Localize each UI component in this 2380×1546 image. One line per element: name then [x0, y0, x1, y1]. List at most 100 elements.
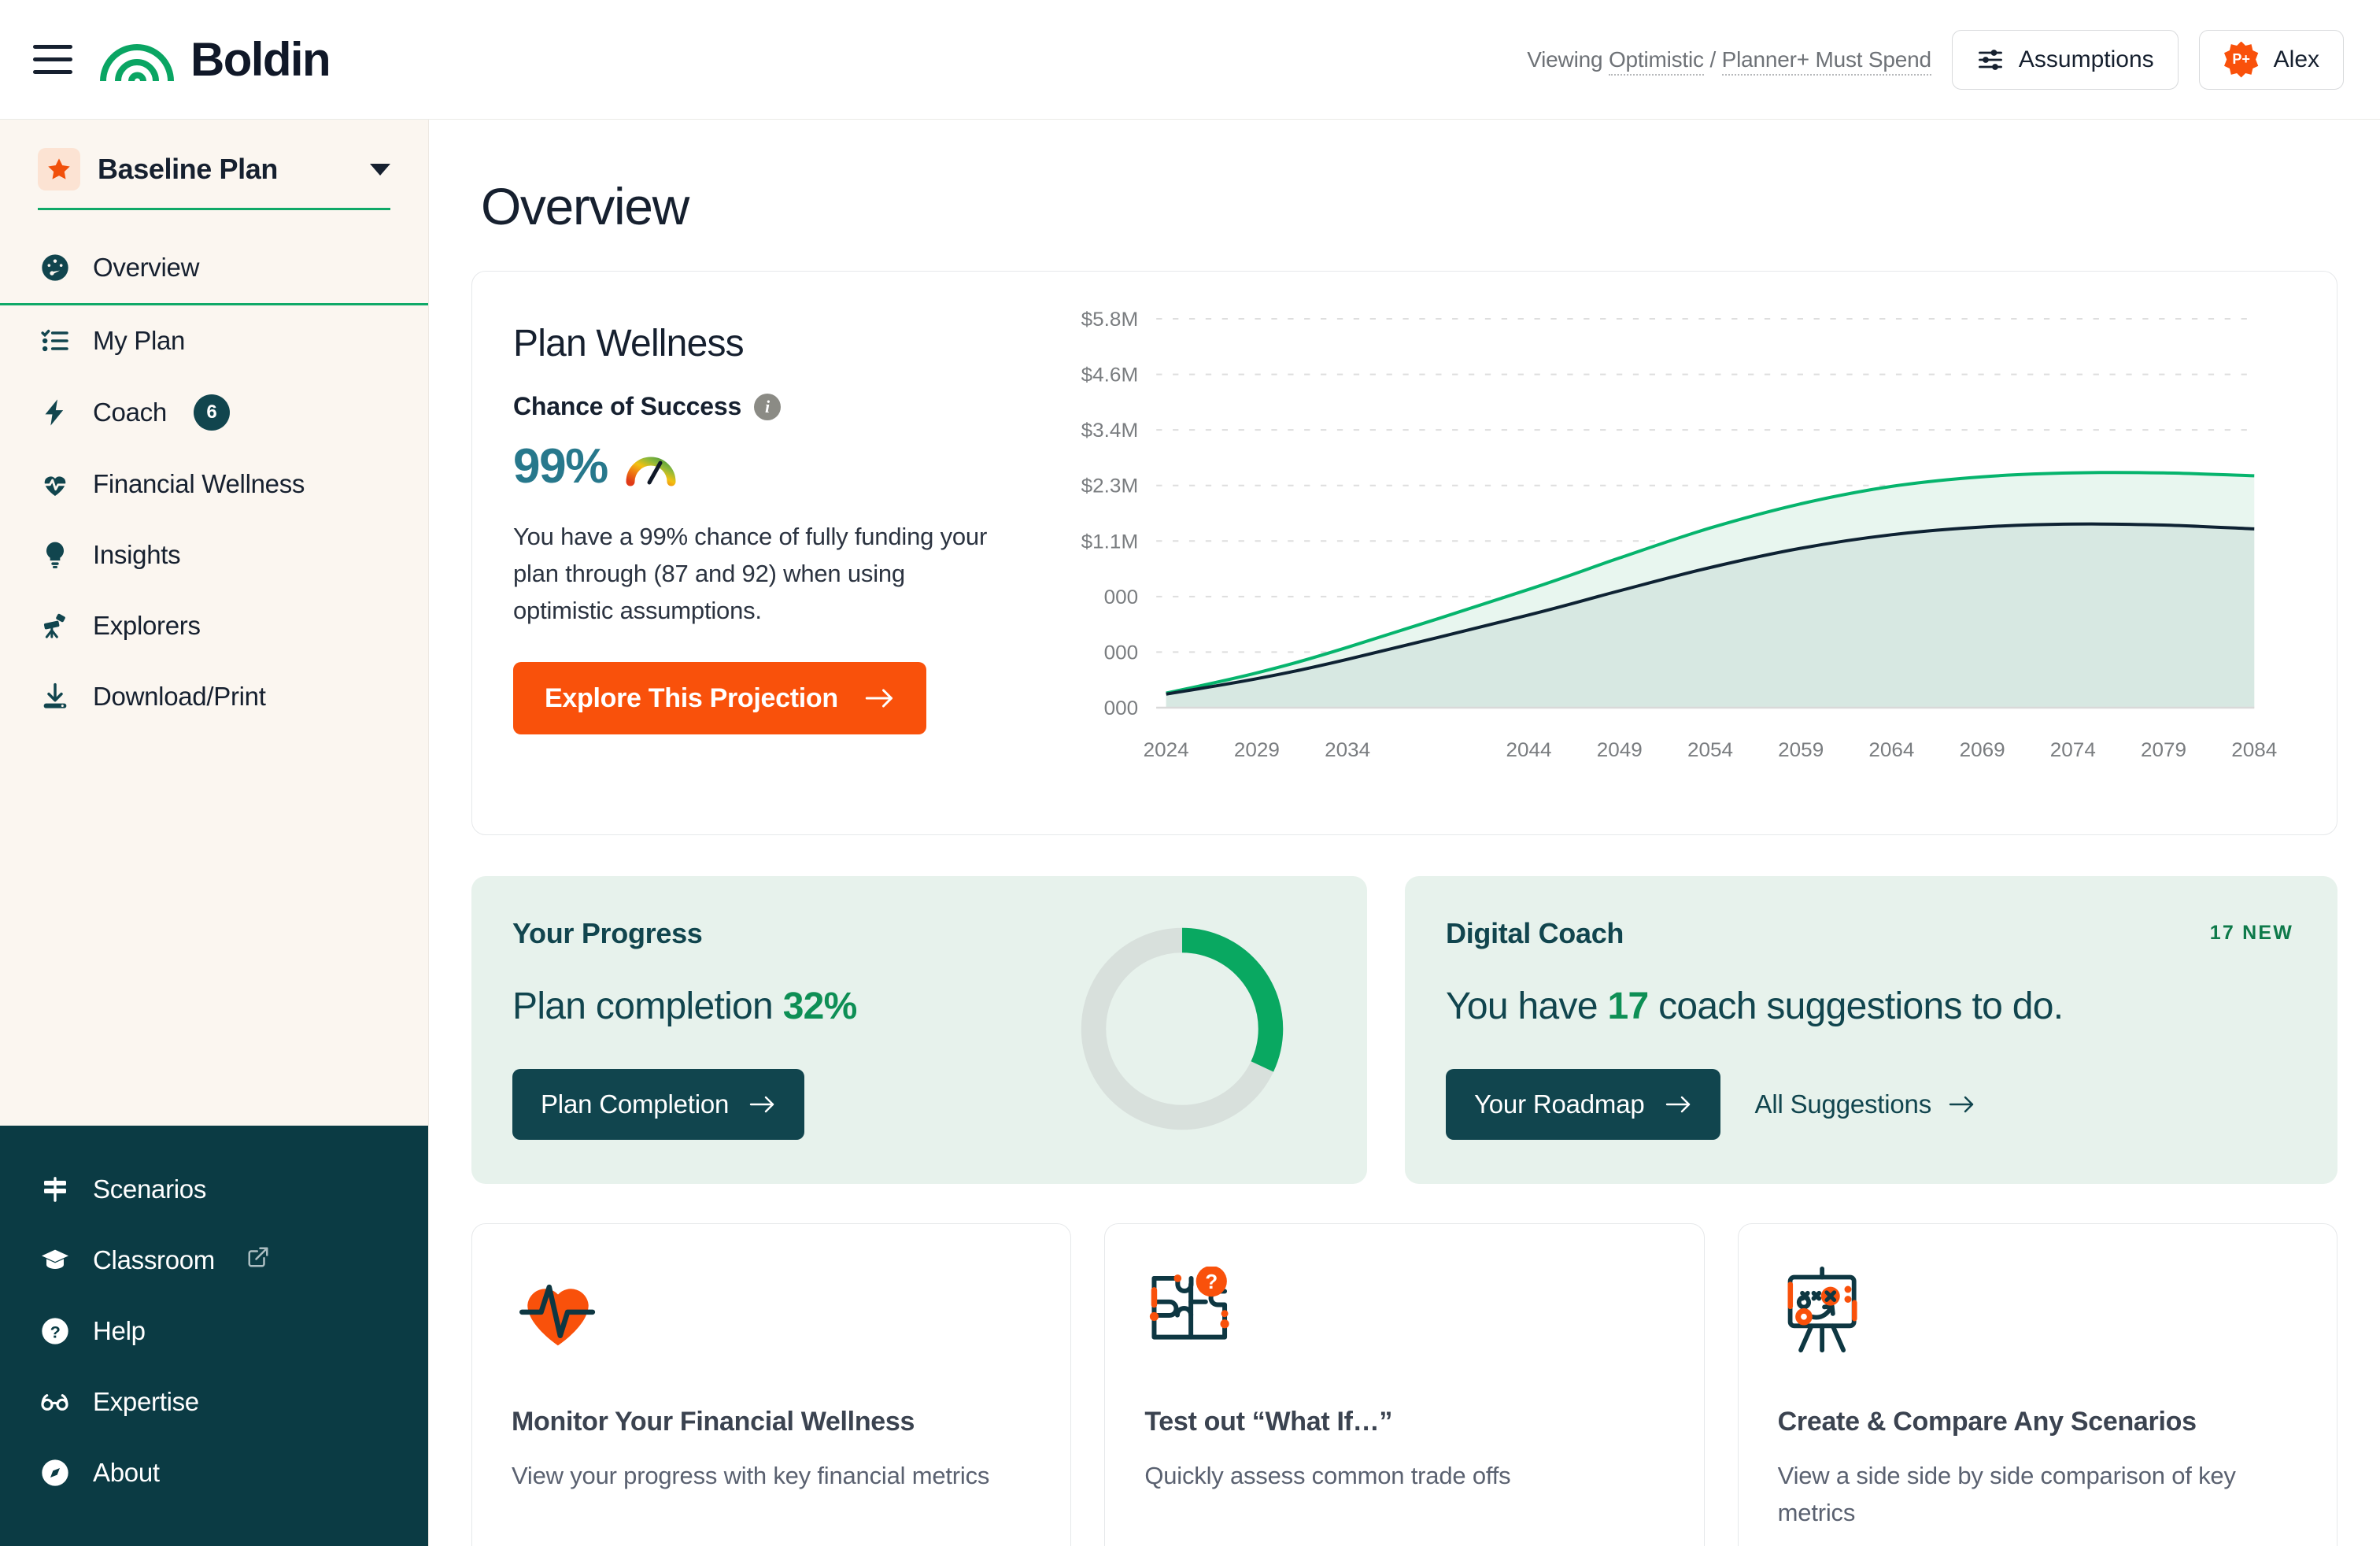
- sidebar-item-download-print[interactable]: Download/Print: [0, 661, 428, 732]
- sidebar-item-scenarios[interactable]: Scenarios: [0, 1154, 428, 1225]
- sidebar-item-explorers[interactable]: Explorers: [0, 590, 428, 661]
- feature-card-what-if[interactable]: ? Test out “What If…” Quickly assess com…: [1104, 1223, 1705, 1546]
- sidebar: Baseline Plan Overview My Plan Coach 6 F…: [0, 120, 429, 1546]
- sidebar-item-label: Financial Wellness: [93, 469, 305, 498]
- plan-wellness-title: Plan Wellness: [513, 323, 745, 364]
- feature-card-scenarios[interactable]: Create & Compare Any Scenarios View a si…: [1737, 1223, 2338, 1546]
- svg-text:2034: 2034: [1325, 739, 1370, 760]
- viewing-separator: /: [1709, 46, 1717, 72]
- plan-selector[interactable]: Baseline Plan: [38, 148, 390, 210]
- feature-card-desc: View your progress with key financial me…: [512, 1462, 990, 1489]
- user-menu-button[interactable]: P+ Alex: [2198, 29, 2344, 90]
- strategy-board-icon: [1778, 1267, 2297, 1366]
- svg-text:2054: 2054: [1687, 739, 1733, 760]
- viewing-prefix: Viewing: [1527, 46, 1603, 72]
- your-progress-card: Your Progress Plan completion 32% Plan C…: [471, 876, 1367, 1184]
- svg-text:?: ?: [1206, 1270, 1218, 1293]
- star-badge: [38, 148, 80, 190]
- feature-card-desc: Quickly assess common trade offs: [1144, 1462, 1511, 1489]
- plan-completion-button[interactable]: Plan Completion: [512, 1069, 805, 1140]
- checklist-icon: [38, 324, 72, 358]
- lightbulb-icon: [38, 538, 72, 572]
- chevron-down-icon: [370, 163, 390, 176]
- speedometer-icon: [38, 250, 72, 285]
- download-icon: [38, 679, 72, 714]
- svg-text:2074: 2074: [2050, 739, 2096, 760]
- feature-card-title: Create & Compare Any Scenarios: [1777, 1407, 2197, 1437]
- bolt-icon: [38, 395, 72, 430]
- coach-badge-count: 6: [193, 394, 230, 431]
- sidebar-item-label: Overview: [93, 253, 200, 282]
- plan-completion-prefix: Plan completion: [512, 986, 774, 1027]
- viewing-scenario[interactable]: Optimistic: [1608, 46, 1704, 76]
- coach-headline-prefix: You have: [1446, 986, 1598, 1027]
- svg-text:2044: 2044: [1506, 739, 1552, 760]
- sidebar-item-help[interactable]: ? Help: [0, 1296, 428, 1367]
- sidebar-item-label: Insights: [93, 540, 181, 569]
- your-progress-content: Your Progress Plan completion 32% Plan C…: [512, 917, 1076, 1140]
- page-title: Overview: [481, 177, 689, 235]
- plan-completion-headline: Plan completion 32%: [512, 985, 1076, 1028]
- sidebar-item-about[interactable]: About: [0, 1437, 428, 1508]
- user-name: Alex: [2273, 46, 2319, 72]
- sidebar-item-label: Download/Print: [93, 682, 266, 711]
- plan-wellness-card: Plan Wellness Chance of Success i 99% Yo…: [471, 271, 2338, 835]
- chance-of-success-percent: 99%: [513, 439, 608, 494]
- sidebar-item-overview[interactable]: Overview: [0, 232, 428, 305]
- main-content: Overview Plan Wellness Chance of Success…: [429, 120, 2380, 1546]
- feature-card-financial-wellness[interactable]: Monitor Your Financial Wellness View you…: [471, 1223, 1072, 1546]
- sidebar-item-insights[interactable]: Insights: [0, 520, 428, 590]
- svg-text:2069: 2069: [1960, 739, 2005, 760]
- svg-text:$3.4M: $3.4M: [1081, 420, 1139, 442]
- projection-chart: $5.8M $4.6M $3.4M $2.3M $1.1M 000 000 000 2024 20…: [1023, 305, 2337, 797]
- question-circle-icon: ?: [38, 1314, 72, 1348]
- svg-text:2064: 2064: [1868, 739, 1914, 760]
- chance-of-success-value-row: 99%: [513, 438, 1000, 494]
- digital-coach-card: Digital Coach 17 NEW You have 17 coach s…: [1405, 876, 2338, 1184]
- your-roadmap-label: Your Roadmap: [1474, 1089, 1645, 1119]
- sidebar-item-my-plan[interactable]: My Plan: [0, 305, 428, 376]
- sidebar-item-expertise[interactable]: Expertise: [0, 1367, 428, 1437]
- chance-of-success-row: Chance of Success i: [513, 392, 1000, 421]
- viewing-mode[interactable]: Planner+ Must Spend: [1721, 46, 1931, 76]
- sidebar-item-label: Classroom: [93, 1245, 216, 1274]
- puzzle-question-icon: ?: [1144, 1267, 1664, 1366]
- svg-text:2059: 2059: [1778, 739, 1824, 760]
- explore-projection-button[interactable]: Explore This Projection: [513, 662, 926, 735]
- sidebar-item-financial-wellness[interactable]: Financial Wellness: [0, 449, 428, 520]
- brand-logo[interactable]: Boldin: [99, 32, 331, 87]
- assumptions-button[interactable]: Assumptions: [1951, 29, 2179, 90]
- svg-text:$1.1M: $1.1M: [1081, 531, 1139, 553]
- your-roadmap-button[interactable]: Your Roadmap: [1446, 1069, 1720, 1140]
- svg-text:2029: 2029: [1234, 739, 1280, 760]
- boldin-arc-icon: [100, 43, 174, 82]
- coach-headline-suffix: coach suggestions to do.: [1658, 986, 2064, 1027]
- heart-pulse-icon: [512, 1267, 1031, 1366]
- plan-wellness-info: Plan Wellness Chance of Success i 99% Yo…: [472, 305, 1023, 797]
- info-icon[interactable]: i: [754, 393, 782, 420]
- arrow-right-icon: [1949, 1096, 1974, 1113]
- sidebar-item-coach[interactable]: Coach 6: [0, 376, 428, 449]
- plus-membership-badge: P+: [2224, 41, 2259, 78]
- plan-completion-button-label: Plan Completion: [541, 1089, 730, 1119]
- sidebar-item-label: Explorers: [93, 611, 201, 640]
- chance-of-success-label: Chance of Success: [513, 392, 742, 420]
- brand-name: Boldin: [190, 33, 331, 86]
- digital-coach-kicker: Digital Coach: [1446, 917, 1624, 949]
- projection-chart-svg: $5.8M$4.6M$3.4M$2.3M$1.1M0000000002024 20…: [1081, 309, 2278, 760]
- external-link-icon: [246, 1245, 270, 1275]
- sliders-icon: [1978, 49, 2002, 70]
- svg-text:000: 000: [1104, 642, 1139, 664]
- app-root: Boldin Viewing Optimistic / Planner+ Mus…: [0, 0, 2380, 1546]
- plan-name: Baseline Plan: [98, 153, 278, 185]
- sidebar-item-classroom[interactable]: Classroom: [0, 1225, 428, 1296]
- sidebar-item-label: Scenarios: [93, 1174, 207, 1204]
- sidebar-item-label: Help: [93, 1316, 146, 1345]
- feature-cards-row: Monitor Your Financial Wellness View you…: [471, 1223, 2338, 1546]
- top-bar: Boldin Viewing Optimistic / Planner+ Mus…: [0, 0, 2380, 120]
- feature-card-title: Monitor Your Financial Wellness: [512, 1407, 915, 1437]
- all-suggestions-link[interactable]: All Suggestions: [1755, 1089, 1975, 1119]
- digital-coach-actions: Your Roadmap All Suggestions: [1446, 1069, 2293, 1140]
- menu-toggle-icon[interactable]: [33, 38, 77, 82]
